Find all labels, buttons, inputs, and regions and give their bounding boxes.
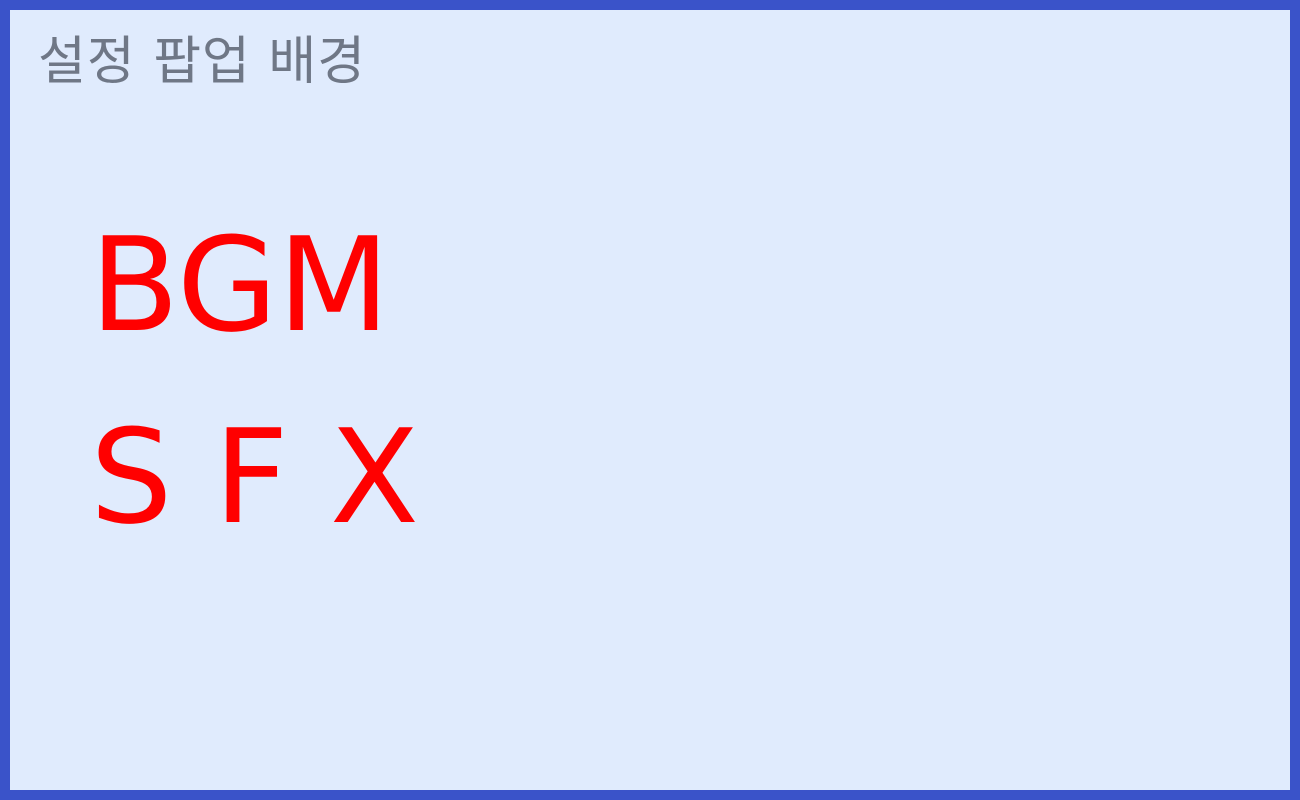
sfx-option[interactable]: S F X [90, 402, 419, 552]
settings-popup: 설정 팝업 배경 BGM S F X [0, 0, 1300, 800]
popup-title: 설정 팝업 배경 [38, 32, 367, 92]
bgm-option[interactable]: BGM [90, 210, 390, 360]
